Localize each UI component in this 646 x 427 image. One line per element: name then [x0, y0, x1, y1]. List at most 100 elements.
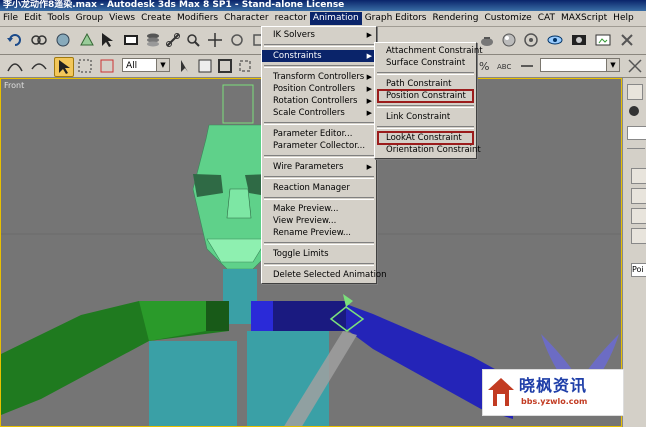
- material-editor-icon[interactable]: [500, 31, 518, 49]
- menu-item-transform-controllers[interactable]: Transform Controllers ▶: [262, 71, 376, 83]
- menu-item-delete-selected-animation[interactable]: Delete Selected Animation: [262, 269, 387, 281]
- submenu-arrow-icon: ▶: [366, 85, 372, 93]
- rectangle-select-icon[interactable]: [196, 57, 214, 75]
- crossing-select-icon[interactable]: [236, 57, 254, 75]
- layers-icon[interactable]: [144, 31, 162, 49]
- undo-icon[interactable]: [6, 31, 24, 49]
- unlink-icon[interactable]: [54, 31, 72, 49]
- menu-separator: [264, 197, 374, 200]
- spinner-snap-icon[interactable]: ABC: [496, 57, 514, 75]
- render-last-icon[interactable]: [618, 31, 636, 49]
- menu-separator: [264, 155, 374, 158]
- move-icon[interactable]: [206, 31, 224, 49]
- menu-modifiers[interactable]: Modifiers: [174, 12, 221, 25]
- menu-file[interactable]: File: [0, 12, 21, 25]
- menu-item-surface-constraint[interactable]: Surface Constraint: [375, 57, 476, 69]
- window-title: 李小龙动作8遥染.max - Autodesk 3ds Max 8 SP1 - …: [3, 0, 345, 10]
- menu-animation[interactable]: Animation: [309, 12, 362, 25]
- menu-separator: [377, 72, 474, 75]
- quick-render-icon[interactable]: [594, 31, 612, 49]
- select-icon[interactable]: [98, 31, 116, 49]
- menu-item-rotation-controllers[interactable]: Rotation Controllers ▶: [262, 95, 376, 107]
- panel-rollout-divider: [627, 148, 645, 155]
- scale-region-icon[interactable]: [98, 57, 116, 75]
- menu-item-position-constraint[interactable]: Position Constraint: [375, 89, 476, 103]
- menu-customize[interactable]: Customize: [481, 12, 534, 25]
- watermark-logo: 晓枫资讯 bbs.yzwlo.com: [482, 369, 624, 416]
- select-region-icon[interactable]: [76, 57, 94, 75]
- link-icon[interactable]: [164, 31, 182, 49]
- bind-space-warp-icon[interactable]: [78, 31, 96, 49]
- named-selection-icon[interactable]: [518, 57, 536, 75]
- annotation-box: [377, 131, 474, 145]
- arc-icon[interactable]: [30, 57, 48, 75]
- menu-reactor[interactable]: reactor: [272, 12, 310, 25]
- menu-help[interactable]: Help: [610, 12, 637, 25]
- menu-item-ik-solvers[interactable]: IK Solvers ▶: [262, 29, 376, 41]
- rotate-icon[interactable]: [228, 31, 246, 49]
- svg-text:ABC: ABC: [497, 63, 511, 71]
- select-by-name-icon[interactable]: [184, 31, 202, 49]
- menu-item-reaction-manager[interactable]: Reaction Manager: [262, 182, 376, 194]
- chevron-down-icon: ▼: [606, 59, 619, 71]
- menu-item-position-controllers[interactable]: Position Controllers ▶: [262, 83, 376, 95]
- menu-rendering[interactable]: Rendering: [430, 12, 482, 25]
- panel-tab-create[interactable]: [627, 84, 643, 100]
- render-frame-icon[interactable]: [546, 31, 564, 49]
- menu-maxscript[interactable]: MAXScript: [558, 12, 610, 25]
- menu-edit[interactable]: Edit: [21, 12, 44, 25]
- mirror-icon[interactable]: [626, 57, 644, 75]
- pointer-icon[interactable]: [176, 57, 194, 75]
- svg-text:%: %: [479, 60, 489, 73]
- selection-filter-dropdown[interactable]: All ▼: [122, 58, 170, 72]
- menu-item-make-preview[interactable]: Make Preview...: [262, 203, 376, 215]
- menu-separator: [264, 122, 374, 125]
- panel-button-1[interactable]: [631, 168, 646, 184]
- menu-group[interactable]: Group: [73, 12, 106, 25]
- menu-item-wire-parameters[interactable]: Wire Parameters ▶: [262, 161, 376, 173]
- menu-item-attachment-constraint[interactable]: Attachment Constraint: [375, 45, 483, 57]
- menu-cat[interactable]: CAT: [535, 12, 558, 25]
- panel-button-4[interactable]: [631, 228, 646, 244]
- menu-separator: [264, 65, 374, 68]
- menu-item-scale-controllers[interactable]: Scale Controllers ▶: [262, 107, 376, 119]
- menu-item-link-constraint[interactable]: Link Constraint: [375, 111, 476, 123]
- panel-button-3[interactable]: [631, 208, 646, 224]
- menu-separator: [264, 242, 374, 245]
- menu-tools[interactable]: Tools: [45, 12, 73, 25]
- select-object-icon[interactable]: [54, 57, 74, 77]
- menu-item-rename-preview[interactable]: Rename Preview...: [262, 227, 376, 239]
- command-panel: Poi: [622, 78, 646, 427]
- menu-character[interactable]: Character: [221, 12, 271, 25]
- selection-filter-value: All: [126, 61, 138, 71]
- menu-item-orientation-constraint[interactable]: Orientation Constraint: [375, 144, 481, 156]
- render-scene-icon[interactable]: [570, 31, 588, 49]
- curve-icon[interactable]: [6, 57, 24, 75]
- panel-field-value: Poi: [632, 265, 644, 274]
- menu-item-constraints[interactable]: Constraints ▶: [262, 50, 376, 62]
- named-selection-sets-dropdown[interactable]: ▼: [540, 58, 620, 72]
- menu-item-lookat-constraint[interactable]: LookAt Constraint: [375, 131, 476, 145]
- menu-create[interactable]: Create: [138, 12, 174, 25]
- animation-menu: IK Solvers ▶ Constraints ▶ Transform Contr…: [261, 26, 387, 284]
- menu-item-parameter-editor[interactable]: Parameter Editor...: [262, 128, 376, 140]
- panel-text-field[interactable]: Poi: [631, 263, 646, 277]
- window-select-icon[interactable]: [216, 57, 234, 75]
- constraints-submenu: Attachment Constraint Surface Constraint…: [374, 42, 483, 159]
- panel-field[interactable]: [627, 126, 646, 140]
- window-crossing-icon[interactable]: [122, 31, 140, 49]
- menu-item-toggle-limits[interactable]: Toggle Limits: [262, 248, 376, 260]
- percent-snap-icon[interactable]: %: [476, 57, 494, 75]
- menu-graph-editors[interactable]: Graph Editors: [362, 12, 430, 25]
- panel-button-2[interactable]: [631, 188, 646, 204]
- select-link-icon[interactable]: [30, 31, 48, 49]
- nose: [226, 188, 252, 219]
- menu-views[interactable]: Views: [106, 12, 138, 25]
- torso-left: [149, 341, 237, 426]
- menu-separator: [264, 176, 374, 179]
- menu-item-view-preview[interactable]: View Preview...: [262, 215, 376, 227]
- menu-item-parameter-collector[interactable]: Parameter Collector...: [262, 140, 376, 152]
- render-setup-icon[interactable]: [522, 31, 540, 49]
- window-title-bar: 李小龙动作8遥染.max - Autodesk 3ds Max 8 SP1 - …: [0, 0, 646, 11]
- panel-radio[interactable]: [629, 106, 639, 116]
